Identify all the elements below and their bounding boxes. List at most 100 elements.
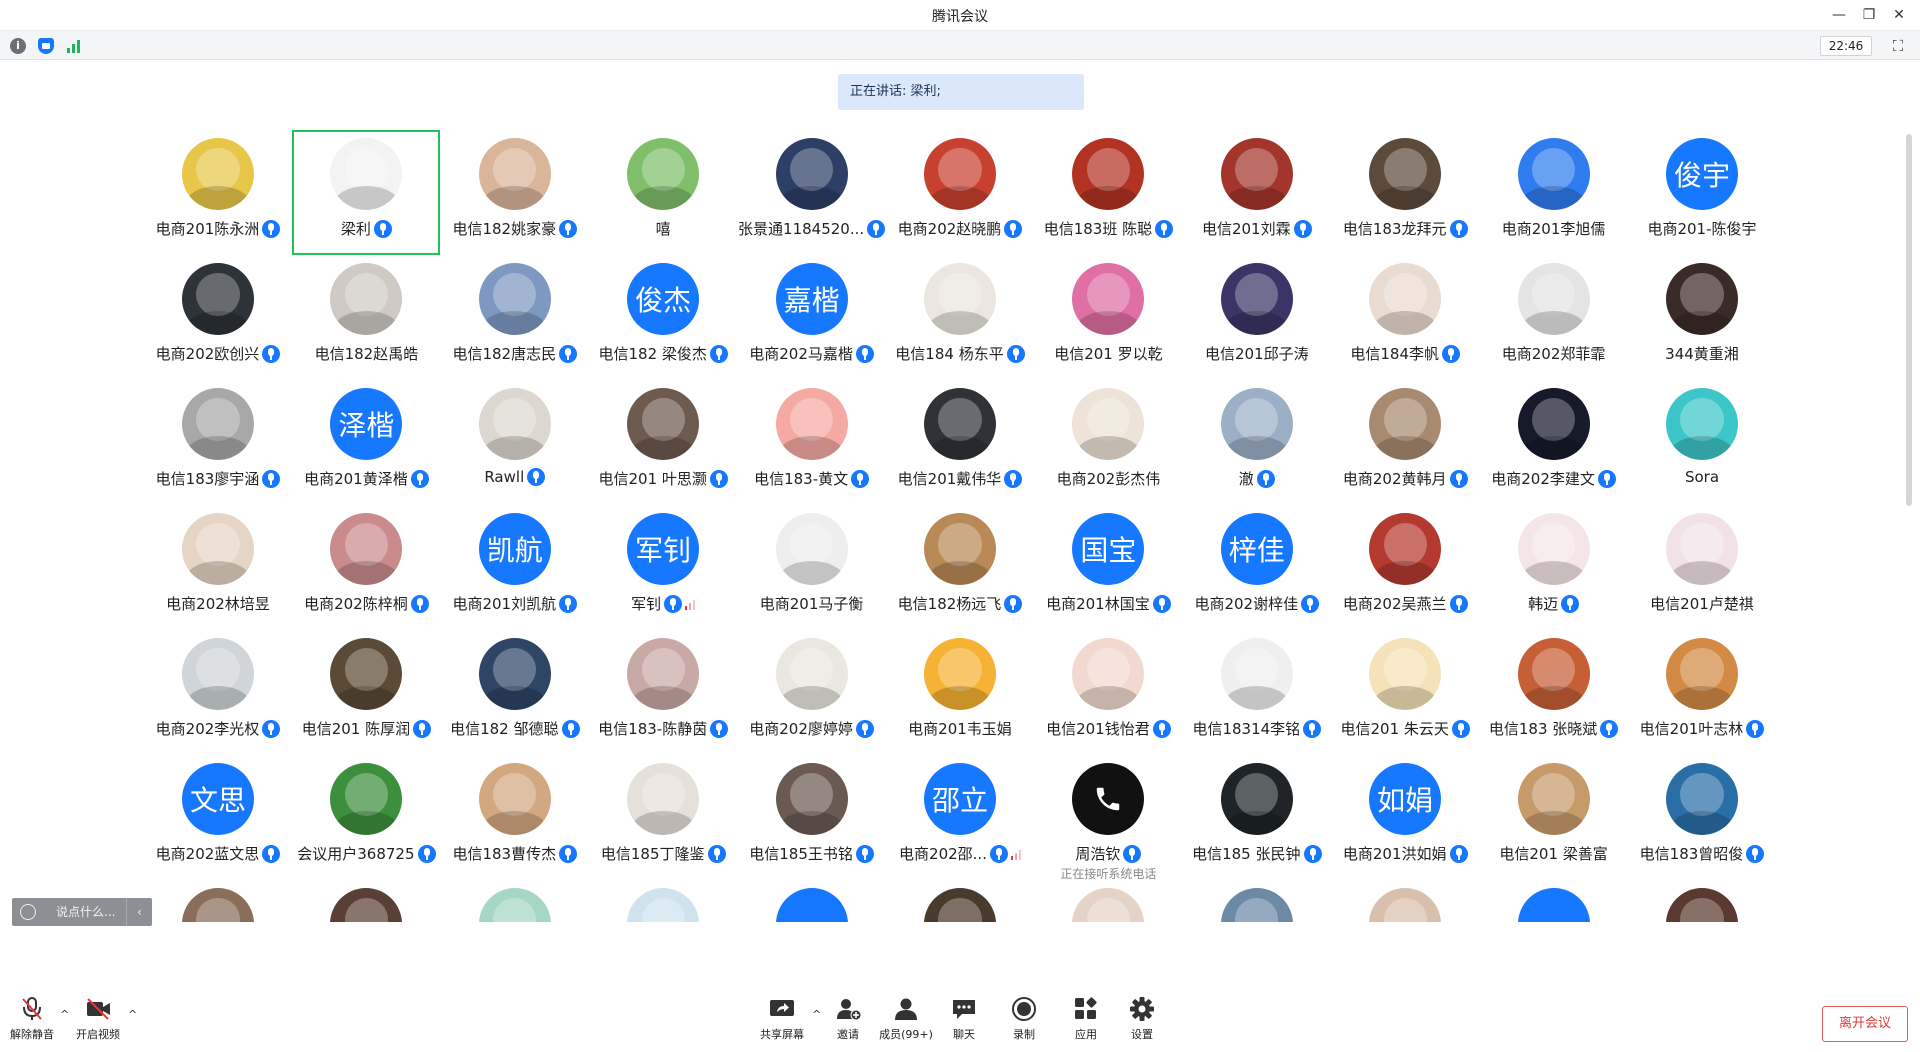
network-signal-icon[interactable] bbox=[66, 38, 82, 54]
chat-placeholder[interactable]: 说点什么... bbox=[56, 898, 115, 926]
participant-tile[interactable]: 如娟 电商201洪如娟 bbox=[1331, 755, 1479, 880]
participant-tile[interactable]: 电商202李光权 bbox=[144, 630, 292, 755]
participant-tile[interactable]: 电信183-黄文 bbox=[738, 380, 886, 505]
participant-tile[interactable]: 电信185王书铭 bbox=[738, 755, 886, 880]
settings-button[interactable]: 设置 bbox=[1112, 996, 1172, 1048]
participant-tile[interactable]: 俊杰 电信182 梁俊杰 bbox=[589, 255, 737, 380]
minimize-icon[interactable]: — bbox=[1824, 4, 1854, 26]
grid-scrollbar[interactable] bbox=[1906, 134, 1912, 506]
participant-tile[interactable]: 电商202郑菲霏 bbox=[1480, 255, 1628, 380]
participant-tile[interactable] bbox=[738, 880, 886, 922]
participant-tile[interactable]: 电信182姚家豪 bbox=[441, 130, 589, 255]
participant-tile[interactable]: 凯航 电商201刘凯航 bbox=[441, 505, 589, 630]
participant-tile[interactable]: 电信185 张民钟 bbox=[1183, 755, 1331, 880]
participant-tile[interactable]: 电信183廖宇涵 bbox=[144, 380, 292, 505]
participant-tile[interactable]: 电信183曾昭俊 bbox=[1628, 755, 1776, 880]
participant-tile[interactable]: 电信201刘霖 bbox=[1183, 130, 1331, 255]
participant-tile[interactable]: 电信183班 陈聪 bbox=[1034, 130, 1182, 255]
leave-meeting-button[interactable]: 离开会议 bbox=[1822, 1006, 1908, 1042]
participant-tile[interactable]: 电商202廖婷婷 bbox=[738, 630, 886, 755]
participant-tile[interactable] bbox=[144, 880, 292, 922]
participant-tile[interactable]: 嘻 bbox=[589, 130, 737, 255]
participant-tile[interactable]: 电信201钱怡君 bbox=[1034, 630, 1182, 755]
participant-tile[interactable]: 电商202彭杰伟 bbox=[1034, 380, 1182, 505]
participant-tile[interactable] bbox=[589, 880, 737, 922]
participant-tile[interactable]: 电信201 梁善富 bbox=[1480, 755, 1628, 880]
info-icon[interactable]: i bbox=[10, 38, 26, 54]
members-button[interactable]: 成员(99+) bbox=[876, 996, 936, 1048]
emoji-icon[interactable] bbox=[20, 904, 36, 920]
security-shield-icon[interactable] bbox=[38, 38, 54, 54]
participant-tile[interactable]: 电信201 叶思灏 bbox=[589, 380, 737, 505]
record-button[interactable]: 录制 bbox=[994, 996, 1054, 1048]
participant-tile[interactable]: 电信201戴伟华 bbox=[886, 380, 1034, 505]
participant-tile[interactable]: 韩迈 bbox=[1480, 505, 1628, 630]
participant-tile[interactable]: 电商202欧创兴 bbox=[144, 255, 292, 380]
video-options-caret-icon[interactable]: ^ bbox=[128, 1008, 137, 1021]
participant-tile[interactable]: 电信182赵禹皓 bbox=[292, 255, 440, 380]
participant-tile[interactable]: 电商202吴燕兰 bbox=[1331, 505, 1479, 630]
participant-tile[interactable]: 电信201卢楚祺 bbox=[1628, 505, 1776, 630]
participant-tile[interactable] bbox=[1331, 880, 1479, 922]
participant-tile[interactable] bbox=[1183, 880, 1331, 922]
participant-tile[interactable]: 电商202黄韩月 bbox=[1331, 380, 1479, 505]
invite-button[interactable]: 邀请 bbox=[818, 996, 878, 1048]
participant-tile[interactable] bbox=[1628, 880, 1776, 922]
participant-tile[interactable] bbox=[1480, 880, 1628, 922]
participant-tile[interactable]: Sora bbox=[1628, 380, 1776, 505]
participant-tile[interactable]: 电信183-陈静茵 bbox=[589, 630, 737, 755]
participant-tile[interactable]: 张景通1184520... bbox=[738, 130, 886, 255]
fullscreen-icon[interactable]: ⛶ bbox=[1888, 36, 1908, 56]
participant-tile[interactable]: Rawll bbox=[441, 380, 589, 505]
participant-tile[interactable]: 电商201李旭儒 bbox=[1480, 130, 1628, 255]
participant-tile[interactable]: 邵立 电商202邵... bbox=[886, 755, 1034, 880]
participant-tile[interactable]: 澈 bbox=[1183, 380, 1331, 505]
participant-tile[interactable]: 电商201韦玉娟 bbox=[886, 630, 1034, 755]
participant-tile[interactable]: 电商202陈梓桐 bbox=[292, 505, 440, 630]
participant-tile[interactable]: 国宝 电商201林国宝 bbox=[1034, 505, 1182, 630]
participant-tile[interactable]: 电商202赵晓鹏 bbox=[886, 130, 1034, 255]
participant-tile[interactable]: 电商201马子衡 bbox=[738, 505, 886, 630]
apps-button[interactable]: 应用 bbox=[1056, 996, 1116, 1048]
unmute-button[interactable]: 解除静音 bbox=[2, 996, 62, 1048]
restore-icon[interactable]: ❐ bbox=[1854, 4, 1884, 26]
participant-tile[interactable]: 梁利 bbox=[292, 130, 441, 255]
participant-tile[interactable]: 电信201 罗以乾 bbox=[1034, 255, 1182, 380]
participant-tile[interactable]: 电信184李帆 bbox=[1331, 255, 1479, 380]
participant-tile[interactable]: 电信182唐志民 bbox=[441, 255, 589, 380]
participant-tile[interactable]: 会议用户368725 bbox=[292, 755, 440, 880]
participant-tile[interactable]: 电信183 张晓斌 bbox=[1480, 630, 1628, 755]
participant-tile[interactable]: 文思 电商202蓝文思 bbox=[144, 755, 292, 880]
chat-button[interactable]: 聊天 bbox=[934, 996, 994, 1048]
start-video-button[interactable]: 开启视频 bbox=[68, 996, 128, 1048]
participant-tile[interactable]: 电商201陈永洲 bbox=[144, 130, 292, 255]
participant-tile[interactable]: 周浩钦 正在接听系统电话 bbox=[1034, 755, 1182, 881]
participant-tile[interactable]: 电商202李建文 bbox=[1480, 380, 1628, 505]
participant-tile[interactable]: 军钊 军钊 bbox=[589, 505, 737, 630]
participant-tile[interactable]: 电信184 杨东平 bbox=[886, 255, 1034, 380]
participant-tile[interactable]: 俊宇 电商201-陈俊宇 bbox=[1628, 130, 1776, 255]
participant-tile[interactable]: 电信185丁隆鉴 bbox=[589, 755, 737, 880]
participant-tile[interactable] bbox=[292, 880, 440, 922]
share-screen-button[interactable]: 共享屏幕 bbox=[752, 996, 812, 1048]
participant-tile[interactable]: 梓佳 电商202谢梓佳 bbox=[1183, 505, 1331, 630]
participant-tile[interactable]: 电信201叶志林 bbox=[1628, 630, 1776, 755]
participant-tile[interactable]: 电信201邱子涛 bbox=[1183, 255, 1331, 380]
participant-tile[interactable]: 电商202林培昱 bbox=[144, 505, 292, 630]
participant-tile[interactable] bbox=[441, 880, 589, 922]
participant-tile[interactable]: 嘉楷 电商202马嘉楷 bbox=[738, 255, 886, 380]
participant-tile[interactable]: 344黄重湘 bbox=[1628, 255, 1776, 380]
participant-tile[interactable] bbox=[886, 880, 1034, 922]
close-icon[interactable]: ✕ bbox=[1884, 4, 1914, 26]
participant-tile[interactable]: 电信18314李铭 bbox=[1183, 630, 1331, 755]
participant-tile[interactable] bbox=[1034, 880, 1182, 922]
participant-tile[interactable]: 泽楷 电商201黄泽楷 bbox=[292, 380, 440, 505]
quick-chat-box[interactable]: 说点什么... ‹ bbox=[12, 898, 152, 926]
participant-tile[interactable]: 电信182杨远飞 bbox=[886, 505, 1034, 630]
participant-tile[interactable]: 电信183龙拜元 bbox=[1331, 130, 1479, 255]
participant-tile[interactable]: 电信183曹传杰 bbox=[441, 755, 589, 880]
participant-tile[interactable]: 电信201 朱云天 bbox=[1331, 630, 1479, 755]
participant-tile[interactable]: 电信182 邹德聪 bbox=[441, 630, 589, 755]
participant-tile[interactable]: 电信201 陈厚润 bbox=[292, 630, 440, 755]
collapse-chat-icon[interactable]: ‹ bbox=[126, 898, 152, 926]
